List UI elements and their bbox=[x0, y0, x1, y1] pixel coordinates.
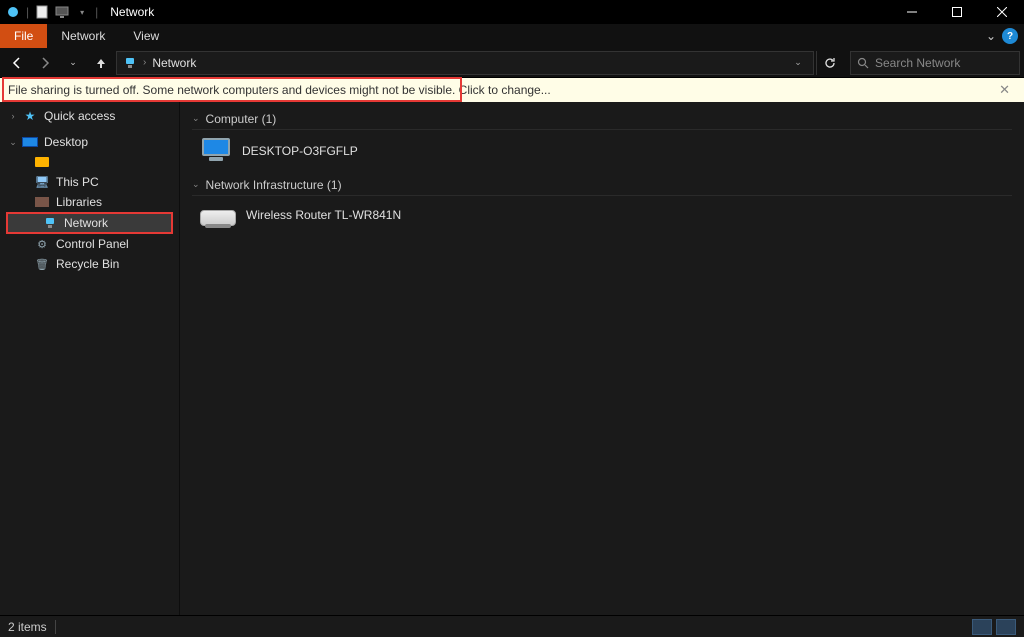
nav-label: Network bbox=[64, 216, 108, 230]
router-icon bbox=[200, 210, 236, 226]
content-pane: ⌄ Computer (1) DESKTOP-O3FGFLP ⌄ Network… bbox=[180, 102, 1024, 615]
nav-label: Control Panel bbox=[56, 237, 129, 251]
item-computer[interactable]: DESKTOP-O3FGFLP bbox=[192, 134, 1012, 174]
tab-network[interactable]: Network bbox=[47, 24, 119, 48]
folder-icon bbox=[34, 155, 50, 169]
nav-libraries[interactable]: Libraries bbox=[0, 192, 179, 212]
tab-view[interactable]: View bbox=[119, 24, 173, 48]
back-button[interactable] bbox=[4, 50, 30, 76]
nav-folder[interactable] bbox=[0, 152, 179, 172]
network-icon bbox=[42, 216, 58, 230]
nav-desktop[interactable]: ⌄ Desktop bbox=[0, 132, 179, 152]
nav-label: Quick access bbox=[44, 109, 115, 123]
chevron-down-icon[interactable]: ⌄ bbox=[192, 179, 200, 190]
desktop-icon bbox=[22, 135, 38, 149]
address-location[interactable]: Network bbox=[152, 56, 196, 70]
nav-control-panel[interactable]: ⚙ Control Panel bbox=[0, 234, 179, 254]
chevron-right-icon[interactable]: › bbox=[8, 111, 18, 121]
control-panel-icon: ⚙ bbox=[34, 237, 50, 251]
close-button[interactable] bbox=[979, 0, 1024, 24]
chevron-down-icon[interactable]: ⌄ bbox=[789, 57, 807, 68]
quick-access-toolbar: | ▾ | bbox=[0, 5, 104, 19]
nav-network[interactable]: Network bbox=[6, 212, 173, 234]
maximize-button[interactable] bbox=[934, 0, 979, 24]
group-header-netinfra[interactable]: ⌄ Network Infrastructure (1) bbox=[192, 174, 1012, 196]
nav-label: Recycle Bin bbox=[56, 257, 119, 271]
ribbon: File Network View ⌄ ? bbox=[0, 24, 1024, 48]
pc-icon: 🖥 bbox=[34, 175, 50, 189]
help-icon[interactable]: ? bbox=[1002, 28, 1018, 44]
chevron-right-icon: › bbox=[143, 57, 146, 68]
nav-this-pc[interactable]: 🖥 This PC bbox=[0, 172, 179, 192]
nav-label: Libraries bbox=[56, 195, 102, 209]
separator bbox=[55, 620, 56, 634]
nav-recycle-bin[interactable]: 🗑 Recycle Bin bbox=[0, 254, 179, 274]
address-field[interactable]: › Network ⌄ bbox=[116, 51, 814, 75]
libraries-icon bbox=[34, 195, 50, 209]
navigation-pane: › ★ Quick access ⌄ Desktop 🖥 This PC Lib… bbox=[0, 102, 180, 615]
chevron-down-icon[interactable]: ▾ bbox=[75, 5, 89, 19]
group-label: Network Infrastructure (1) bbox=[206, 178, 342, 192]
separator: | bbox=[26, 5, 29, 19]
status-item-count: 2 items bbox=[8, 620, 47, 634]
group-header-computer[interactable]: ⌄ Computer (1) bbox=[192, 108, 1012, 130]
item-label: Wireless Router TL-WR841N bbox=[246, 208, 401, 222]
refresh-button[interactable] bbox=[816, 51, 842, 75]
status-bar: 2 items bbox=[0, 615, 1024, 637]
app-icon bbox=[6, 5, 20, 19]
up-button[interactable] bbox=[88, 50, 114, 76]
file-icon[interactable] bbox=[35, 5, 49, 19]
nav-label: Desktop bbox=[44, 135, 88, 149]
network-icon bbox=[123, 56, 137, 70]
info-bar-message: File sharing is turned off. Some network… bbox=[8, 83, 551, 97]
chevron-down-icon[interactable]: ⌄ bbox=[8, 137, 18, 148]
window-title: Network bbox=[110, 5, 154, 19]
nav-label: This PC bbox=[56, 175, 99, 189]
item-label: DESKTOP-O3FGFLP bbox=[242, 144, 358, 158]
chevron-down-icon[interactable]: ⌄ bbox=[192, 113, 200, 124]
computer-icon[interactable] bbox=[55, 5, 69, 19]
minimize-button[interactable] bbox=[889, 0, 934, 24]
tab-file[interactable]: File bbox=[0, 24, 47, 48]
recent-locations-button[interactable]: ⌄ bbox=[60, 50, 86, 76]
computer-icon bbox=[200, 138, 232, 164]
info-bar-close-icon[interactable]: ✕ bbox=[993, 82, 1016, 98]
search-icon bbox=[857, 57, 869, 69]
view-details-button[interactable] bbox=[972, 619, 992, 635]
ribbon-collapse-icon[interactable]: ⌄ bbox=[986, 29, 996, 43]
recycle-bin-icon: 🗑 bbox=[34, 257, 50, 271]
window-controls bbox=[889, 0, 1024, 24]
forward-button[interactable] bbox=[32, 50, 58, 76]
search-field[interactable]: Search Network bbox=[850, 51, 1020, 75]
title-bar: | ▾ | Network bbox=[0, 0, 1024, 24]
search-placeholder: Search Network bbox=[875, 56, 960, 70]
item-router[interactable]: Wireless Router TL-WR841N bbox=[192, 200, 1012, 236]
info-bar[interactable]: File sharing is turned off. Some network… bbox=[0, 78, 1024, 102]
separator: | bbox=[95, 5, 98, 19]
address-bar: ⌄ › Network ⌄ Search Network bbox=[0, 48, 1024, 78]
star-icon: ★ bbox=[22, 109, 38, 123]
group-label: Computer (1) bbox=[206, 112, 277, 126]
view-tiles-button[interactable] bbox=[996, 619, 1016, 635]
nav-quick-access[interactable]: › ★ Quick access bbox=[0, 106, 179, 126]
